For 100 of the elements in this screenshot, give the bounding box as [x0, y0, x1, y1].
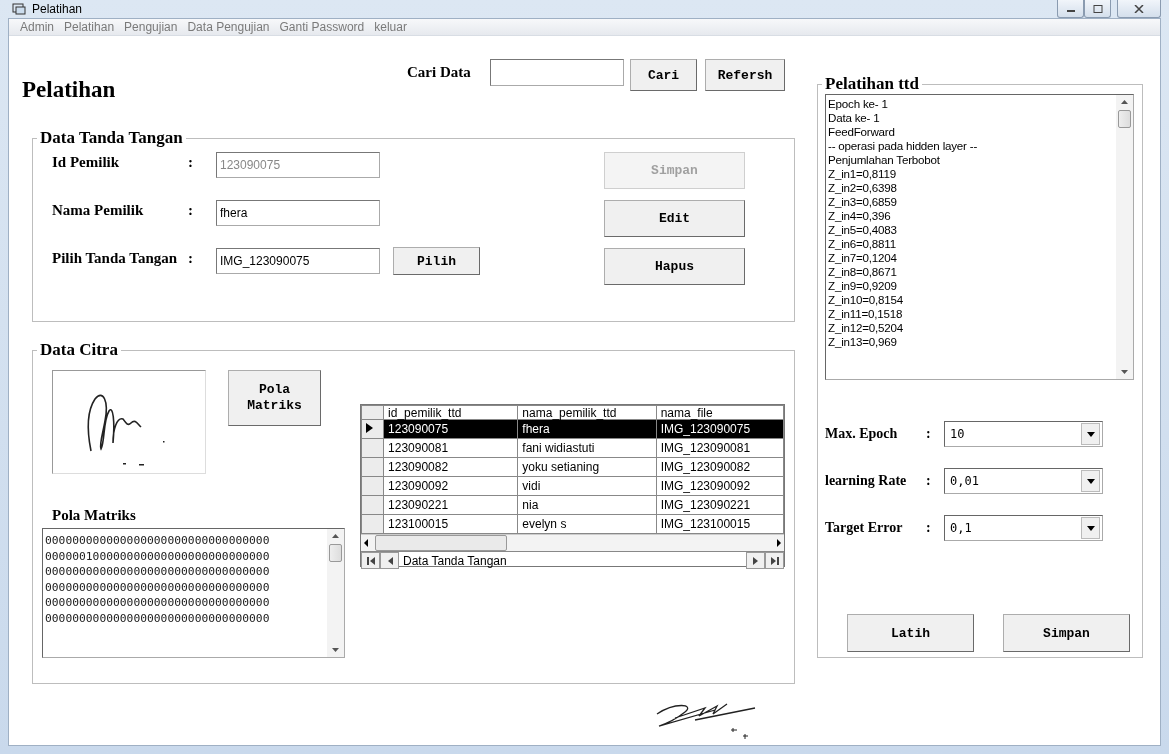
log-line: Z_in11=0,1518 — [828, 307, 904, 321]
scroll-right-icon[interactable] — [774, 538, 784, 548]
colon: : — [926, 473, 932, 489]
search-label: Cari Data — [407, 64, 472, 81]
last-record-button[interactable] — [765, 552, 784, 569]
previous-record-button[interactable] — [380, 552, 399, 569]
dropdown[interactable]: 0,1 — [944, 515, 1103, 541]
menu-item[interactable]: Admin — [15, 20, 59, 34]
refresh-button[interactable]: Refersh — [705, 59, 785, 91]
matrix-label: Pola Matriks — [52, 507, 137, 524]
colon: : — [926, 426, 932, 442]
table-cell[interactable]: yoku setianing — [517, 457, 657, 477]
pattern-matrix-button[interactable]: Pola Matriks — [228, 370, 321, 426]
scroll-thumb[interactable] — [1118, 110, 1131, 128]
window-title: Pelatihan — [32, 2, 83, 16]
table-cell[interactable]: IMG_123090092 — [656, 476, 784, 496]
search-button[interactable]: Cari — [630, 59, 697, 91]
first-record-button[interactable] — [361, 552, 380, 569]
column-header[interactable]: id_pemilik_ttd — [383, 405, 518, 420]
edit-button[interactable]: Edit — [604, 200, 745, 237]
table-cell[interactable]: evelyn s — [517, 514, 657, 534]
text-field[interactable]: fhera — [216, 200, 380, 226]
group-title: Data Tanda Tangan — [39, 128, 184, 148]
log-line: Z_in12=0,5204 — [828, 321, 905, 335]
dropdown-arrow-icon — [1086, 431, 1095, 437]
matrix-line: 000000000000000000000000000000000 — [45, 533, 271, 549]
dropdown-arrow-icon — [1086, 525, 1095, 531]
menu-item[interactable]: Data Pengujian — [182, 20, 275, 34]
log-line: Z_in4=0,396 — [828, 209, 892, 223]
colon: : — [926, 520, 932, 536]
field-label: Nama Pemilik — [52, 201, 145, 219]
matrix-line: 000000000000000000000000000000000 — [45, 610, 271, 627]
field-label: Id Pemilik — [52, 153, 121, 171]
matrix-text-area[interactable] — [42, 528, 345, 658]
vertical-scrollbar[interactable] — [327, 529, 344, 657]
menu-item[interactable]: Pelatihan — [59, 20, 120, 34]
log-line: Z_in9=0,9209 — [828, 279, 898, 293]
scroll-up-icon[interactable] — [331, 533, 340, 538]
log-line: Z_in13=0,969 — [828, 335, 898, 349]
menu-item[interactable]: Ganti Password — [274, 20, 370, 34]
table-cell[interactable]: IMG_123090081 — [656, 438, 784, 458]
log-line: Data ke- 1 — [828, 111, 881, 125]
next-record-button[interactable] — [746, 552, 765, 569]
dropdown[interactable]: 0,01 — [944, 468, 1103, 494]
colon: : — [188, 249, 194, 267]
scroll-up-icon[interactable] — [1120, 99, 1129, 104]
log-line: Z_in1=0,8119 — [828, 167, 897, 181]
parameter-label: Max. Epoch — [825, 426, 899, 442]
group-title: Pelatihan ttd — [824, 74, 920, 94]
table-cell[interactable]: 123090081 — [383, 438, 518, 458]
menu-item[interactable]: keluar — [369, 20, 412, 34]
dropdown-arrow-icon — [1086, 478, 1095, 484]
log-line: Z_in10=0,8154 — [828, 293, 905, 307]
menu-item[interactable]: Pengujian — [119, 20, 183, 34]
log-line: Z_in2=0,6398 — [828, 181, 898, 195]
scroll-down-icon[interactable] — [331, 648, 340, 653]
scroll-down-icon[interactable] — [1120, 370, 1129, 375]
delete-button[interactable]: Hapus — [604, 248, 745, 285]
first-icon — [365, 555, 376, 566]
log-line: Epoch ke- 1 — [828, 97, 889, 111]
table-cell[interactable]: 123090221 — [383, 495, 518, 515]
close-icon — [1134, 4, 1144, 13]
field-label: Pilih Tanda Tangan — [52, 249, 179, 267]
column-header[interactable]: nama_pemilik_ttd — [517, 405, 657, 420]
save-button[interactable]: Simpan — [1003, 614, 1130, 652]
window-icon — [12, 3, 26, 15]
table-cell[interactable]: vidi — [517, 476, 657, 496]
minimize-button[interactable] — [1057, 0, 1084, 18]
table-cell[interactable]: 123100015 — [383, 514, 518, 534]
text-field[interactable]: IMG_123090075 — [216, 248, 380, 274]
table-cell[interactable]: IMG_123090221 — [656, 495, 784, 515]
maximize-button[interactable] — [1084, 0, 1111, 18]
colon: : — [188, 153, 194, 171]
column-header[interactable]: nama_file — [656, 405, 784, 420]
scroll-thumb[interactable] — [375, 535, 507, 551]
log-line: Z_in7=0,1204 — [828, 251, 898, 265]
log-line: Z_in5=0,4083 — [828, 223, 898, 237]
matrix-line: 000000100000000000000000000000000 — [45, 548, 271, 565]
vertical-scrollbar[interactable] — [1116, 95, 1133, 379]
log-line: Penjumlahan Terbobot — [828, 153, 941, 167]
search-field[interactable] — [490, 59, 624, 86]
log-line: Z_in3=0,6859 — [828, 195, 898, 209]
matrix-line: 000000000000000000000000000000000 — [45, 579, 271, 596]
pick-button[interactable]: Pilih — [393, 247, 480, 275]
train-button[interactable]: Latih — [847, 614, 974, 652]
table-cell[interactable]: IMG_123090082 — [656, 457, 784, 477]
table-cell[interactable]: 123090082 — [383, 457, 518, 477]
table-cell[interactable]: 123090092 — [383, 476, 518, 496]
matrix-line: 000000000000000000000000000000000 — [45, 595, 271, 611]
log-line: Z_in8=0,8671 — [828, 265, 898, 279]
maximize-icon — [1092, 4, 1103, 13]
table-cell[interactable]: IMG_123100015 — [656, 514, 784, 534]
scroll-thumb[interactable] — [329, 544, 342, 562]
table-cell[interactable]: fani widiastuti — [517, 438, 657, 458]
training-log-list[interactable] — [825, 94, 1134, 380]
horizontal-scrollbar[interactable] — [361, 534, 784, 551]
colon: : — [188, 201, 194, 219]
close-button[interactable] — [1117, 0, 1161, 18]
dropdown[interactable]: 10 — [944, 421, 1103, 447]
table-cell[interactable]: nia — [517, 495, 657, 515]
